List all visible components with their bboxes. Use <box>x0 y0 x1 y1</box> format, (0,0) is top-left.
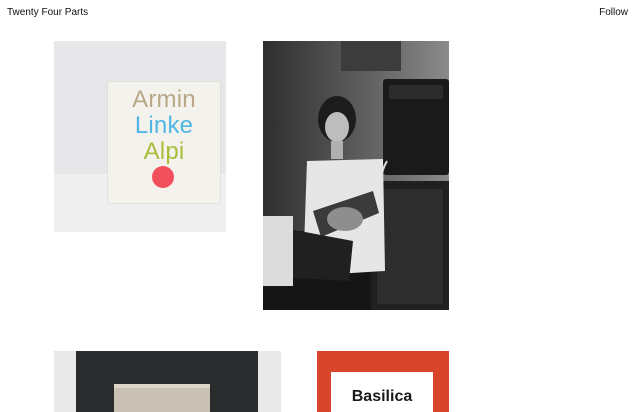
red-dot-graphic <box>152 166 174 188</box>
cover-word-armin: Armin <box>132 86 196 113</box>
book-cover: Armin Linke Alpi <box>108 82 220 203</box>
cover-title-basilica: Basilica <box>351 388 413 405</box>
cover-word-linke: Linke <box>134 112 194 139</box>
site-title-link[interactable]: Twenty Four Parts <box>7 7 88 18</box>
gallery-item-book-photo[interactable] <box>54 351 281 412</box>
gallery-item-armin-linke-alpi[interactable]: Armin Linke Alpi <box>54 41 226 232</box>
book-edge <box>114 384 210 388</box>
guitarist-photo-image <box>263 41 449 310</box>
cover-label-panel: Basilica <box>331 372 433 412</box>
book-object <box>114 384 210 412</box>
gallery-item-basilica[interactable]: Basilica <box>317 351 449 412</box>
gallery-item-guitarist-photo[interactable] <box>263 41 449 310</box>
cover-word-alpi: Alpi <box>143 138 185 165</box>
follow-link[interactable]: Follow <box>599 7 628 18</box>
